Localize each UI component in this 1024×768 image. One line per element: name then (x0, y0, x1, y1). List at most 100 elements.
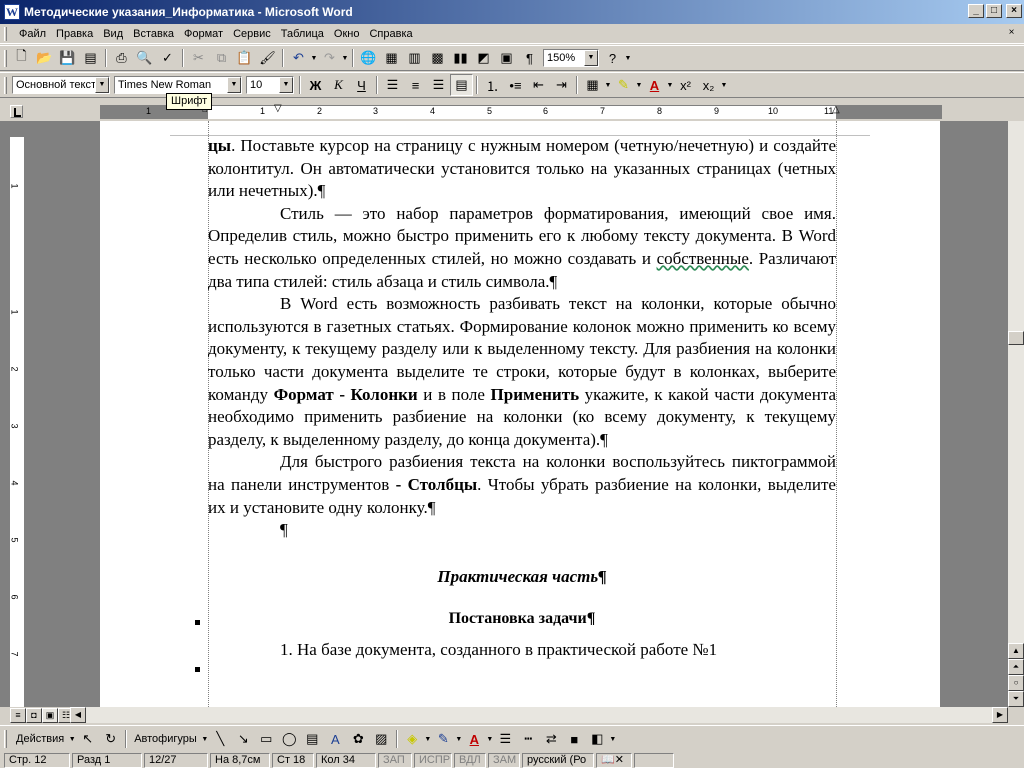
wordart-icon[interactable]: A (324, 728, 347, 750)
status-track-changes[interactable]: ИСПР (414, 752, 452, 768)
document-close-icon[interactable]: × (1005, 27, 1018, 40)
menu-insert[interactable]: Вставка (128, 28, 179, 40)
font-color-icon[interactable]: A (463, 728, 486, 750)
menu-table[interactable]: Таблица (276, 28, 329, 40)
style-select[interactable]: Основной текст ▼ (12, 76, 110, 94)
scroll-right-icon[interactable]: ▶ (992, 707, 1008, 723)
line-style-icon[interactable]: ☰ (494, 728, 517, 750)
chevron-down-icon[interactable]: ▼ (68, 736, 76, 743)
undo-icon[interactable]: ↶ (287, 47, 310, 69)
toolbar-grip[interactable] (4, 50, 7, 67)
3d-icon[interactable]: ◧ (586, 728, 609, 750)
clip-art-icon[interactable]: ✿ (347, 728, 370, 750)
insert-table-icon[interactable]: ▥ (403, 47, 426, 69)
minimize-button[interactable]: _ (968, 4, 984, 18)
spelling-icon[interactable]: ✓ (156, 47, 179, 69)
zoom-select[interactable]: 150% ▼ (543, 49, 599, 67)
paragraph[interactable]: В Word есть возможность разбивать текст … (208, 293, 836, 451)
heading-task[interactable]: Постановка задачи¶ (208, 608, 836, 631)
paragraph[interactable]: 1. На базе документа, созданного в практ… (208, 639, 836, 662)
vertical-scrollbar[interactable]: ▲ ⏶ ○ ⏷ (1008, 121, 1024, 707)
chevron-down-icon[interactable]: ▼ (486, 736, 494, 743)
numbering-icon[interactable]: ⒈ (481, 74, 504, 96)
menu-format[interactable]: Формат (179, 28, 228, 40)
font-select[interactable]: Times New Roman ▼ (114, 76, 242, 94)
free-rotate-icon[interactable]: ↻ (99, 728, 122, 750)
first-line-indent-marker[interactable]: ▽ (274, 103, 282, 114)
autoshapes-menu-button[interactable]: Автофигуры (130, 733, 201, 745)
chevron-down-icon[interactable]: ▼ (227, 77, 241, 93)
browse-object-icon[interactable]: ○ (1008, 675, 1024, 691)
status-record[interactable]: ЗАП (378, 752, 412, 768)
menu-help[interactable]: Справка (364, 28, 417, 40)
justify-icon[interactable]: ▤ (450, 74, 473, 96)
arrow-style-icon[interactable]: ⇄ (540, 728, 563, 750)
columns-icon[interactable]: ▮▮ (449, 47, 472, 69)
highlight-dropdown-icon[interactable]: ▼ (635, 82, 643, 89)
scroll-left-icon[interactable]: ◀ (70, 707, 86, 723)
status-page[interactable]: Стр. 12 (4, 752, 70, 768)
show-hide-icon[interactable]: ¶ (518, 47, 541, 69)
copy-icon[interactable]: ⧉ (210, 47, 233, 69)
toolbar-options-icon[interactable]: ▼ (609, 736, 617, 743)
open-folder-icon[interactable]: 📂 (33, 47, 56, 69)
status-extend[interactable]: ВДЛ (454, 752, 486, 768)
select-objects-icon[interactable]: ↖ (76, 728, 99, 750)
menu-view[interactable]: Вид (98, 28, 128, 40)
highlight-icon[interactable]: ✎ (612, 74, 635, 96)
document-body[interactable]: цы. Поставьте курсор на страницу с нужны… (208, 135, 836, 661)
picture-icon[interactable]: ▨ (370, 728, 393, 750)
new-document-icon[interactable]: 🗋 (10, 47, 33, 69)
menu-window[interactable]: Окно (329, 28, 365, 40)
dash-style-icon[interactable]: ┅ (517, 728, 540, 750)
status-section[interactable]: Разд 1 (72, 752, 142, 768)
font-color-icon[interactable]: A (643, 74, 666, 96)
web-view-icon[interactable]: ◘ (26, 708, 42, 723)
align-right-icon[interactable]: ☰ (427, 74, 450, 96)
insert-excel-icon[interactable]: ▩ (426, 47, 449, 69)
superscript-icon[interactable]: x² (674, 74, 697, 96)
redo-dropdown-icon[interactable]: ▼ (341, 55, 349, 62)
font-size-select[interactable]: 10 ▼ (246, 76, 294, 94)
chevron-down-icon[interactable]: ▼ (584, 50, 598, 66)
rectangle-icon[interactable]: ▭ (255, 728, 278, 750)
actions-menu-button[interactable]: Действия (12, 733, 68, 745)
chevron-down-icon[interactable]: ▼ (201, 736, 209, 743)
vertical-ruler[interactable]: 1 1 2 3 4 5 6 7 (10, 121, 24, 707)
status-position[interactable]: На 8,7см (210, 752, 270, 768)
prev-page-icon[interactable]: ⏶ (1008, 659, 1024, 675)
chevron-down-icon[interactable]: ▼ (424, 736, 432, 743)
paragraph[interactable]: Стиль — это набор параметров форматирова… (208, 203, 836, 293)
save-icon[interactable]: 💾 (56, 47, 79, 69)
format-painter-icon[interactable]: 🖌 (256, 47, 279, 69)
scroll-up-icon[interactable]: ▲ (1008, 643, 1024, 659)
cut-icon[interactable]: ✂ (187, 47, 210, 69)
menu-grip[interactable] (4, 27, 7, 41)
menu-tools[interactable]: Сервис (228, 28, 276, 40)
status-line[interactable]: Ст 18 (272, 752, 314, 768)
tab-selector-icon[interactable] (10, 105, 23, 118)
decrease-indent-icon[interactable]: ⇤ (527, 74, 550, 96)
arrow-icon[interactable]: ↘ (232, 728, 255, 750)
bullets-icon[interactable]: •≡ (504, 74, 527, 96)
status-column[interactable]: Кол 34 (316, 752, 376, 768)
align-left-icon[interactable]: ☰ (381, 74, 404, 96)
increase-indent-icon[interactable]: ⇥ (550, 74, 573, 96)
underline-button[interactable]: Ч (350, 74, 373, 96)
status-overwrite[interactable]: ЗАМ (488, 752, 520, 768)
italic-button[interactable]: К (327, 74, 350, 96)
document-workspace[interactable]: 1 1 2 3 4 5 6 7 цы. Поставьте курсор на … (0, 121, 1008, 707)
spelling-status-icon[interactable]: 📖✕ (596, 752, 632, 768)
heading-practical[interactable]: Практическая часть¶ (208, 566, 836, 589)
menu-edit[interactable]: Правка (51, 28, 98, 40)
close-button[interactable]: × (1006, 4, 1022, 18)
horizontal-scrollbar[interactable]: ◀ ▶ (70, 707, 1008, 723)
print-layout-icon[interactable]: ▣ (42, 708, 58, 723)
text-box-icon[interactable]: ▤ (301, 728, 324, 750)
hyperlink-icon[interactable]: 🌐 (357, 47, 380, 69)
print-icon[interactable]: ⎙ (110, 47, 133, 69)
toolbar-grip[interactable] (4, 730, 7, 748)
fill-color-icon[interactable]: ◈ (401, 728, 424, 750)
chevron-down-icon[interactable]: ▼ (95, 77, 109, 93)
empty-paragraph[interactable]: ¶ (208, 519, 836, 542)
